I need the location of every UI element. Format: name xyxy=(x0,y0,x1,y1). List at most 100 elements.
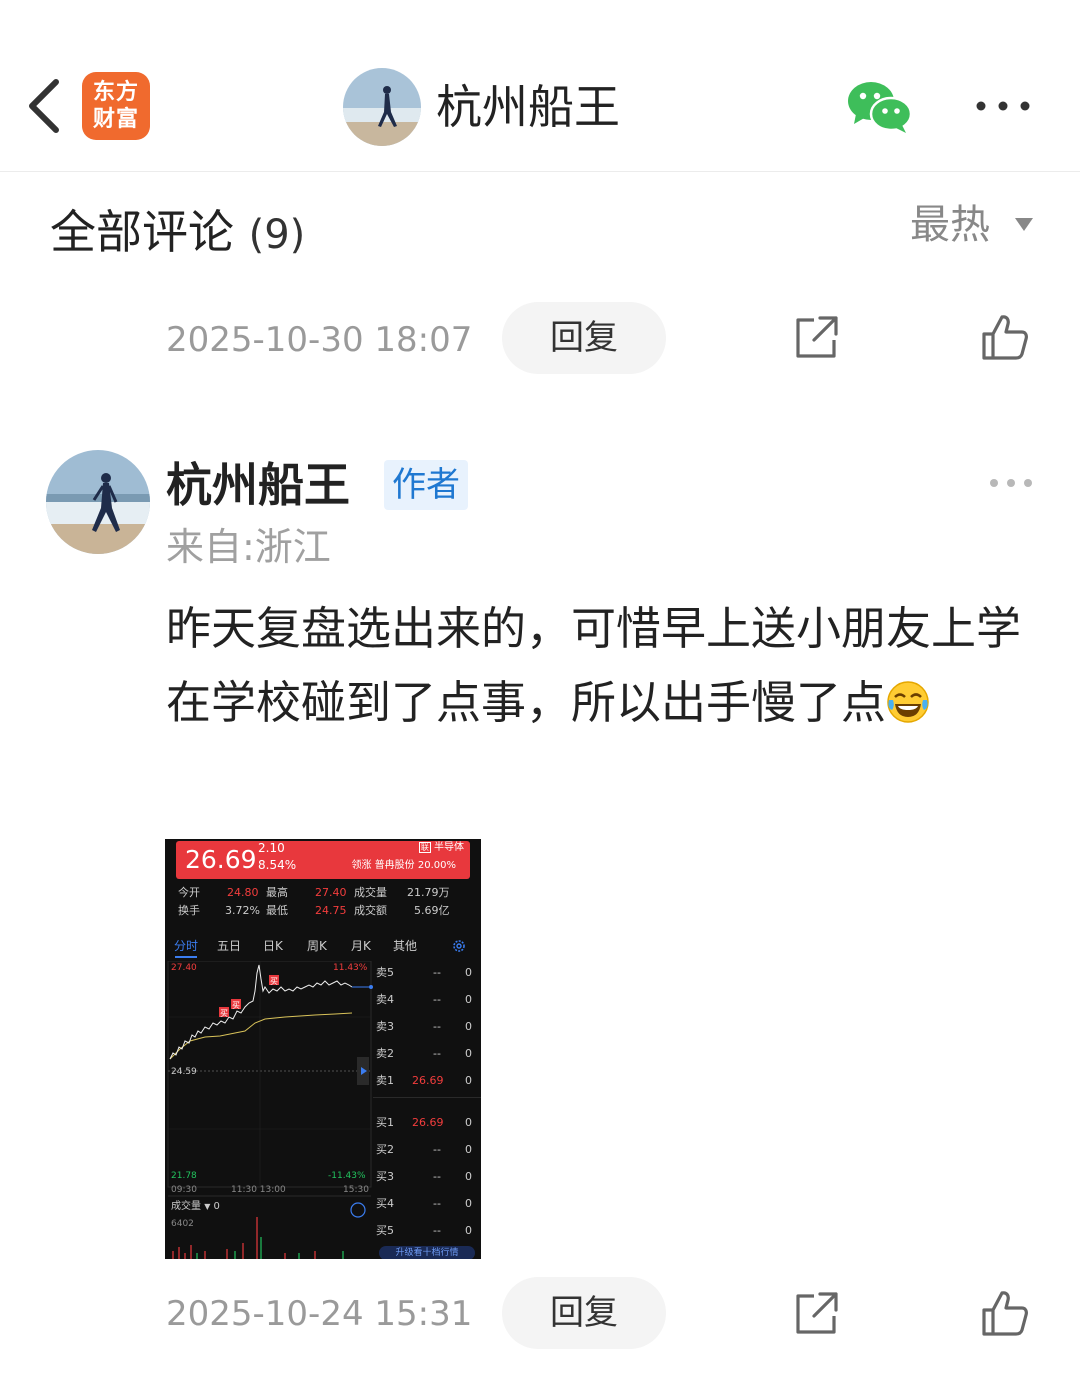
buy1-qty: 0 xyxy=(465,1116,472,1129)
sector-prefix: 联 xyxy=(418,842,431,853)
tears-of-joy-emoji-icon xyxy=(887,681,929,723)
previous-comment-time: 2025-10-30 18:07 xyxy=(166,320,473,360)
chart-tabs: 分时 五日 日K 周K 月K 其他 xyxy=(165,937,481,959)
intraday-chart xyxy=(167,961,373,1259)
q-low: 24.75 xyxy=(315,904,347,917)
sell3-qty: 0 xyxy=(465,1020,472,1033)
q-high-label: 最高 xyxy=(266,886,288,899)
buy4-qty: 0 xyxy=(465,1197,472,1210)
chart-bottom-price: 21.78 xyxy=(171,1171,197,1181)
more-options-icon[interactable] xyxy=(975,96,1031,116)
tab-daily-k[interactable]: 日K xyxy=(263,937,283,955)
buy3-qty: 0 xyxy=(465,1170,472,1183)
comment-author-name[interactable]: 杭州船王 xyxy=(166,456,350,514)
share-icon[interactable] xyxy=(792,314,840,362)
sort-selector[interactable]: 最热 xyxy=(910,200,990,250)
time-end: 15:30 xyxy=(343,1185,369,1195)
wechat-share-icon[interactable] xyxy=(846,80,912,134)
app-logo[interactable]: 东方 财富 xyxy=(82,72,150,140)
volume-label[interactable]: 成交量 ▼ 0 xyxy=(171,1200,220,1214)
buy4-label: 买4 xyxy=(376,1197,394,1210)
q-amt-label: 成交额 xyxy=(354,904,387,917)
comments-count: (9) xyxy=(248,212,306,258)
nav-avatar[interactable] xyxy=(343,68,421,146)
sell5-price: -- xyxy=(433,966,441,979)
sell2-price: -- xyxy=(433,1047,441,1060)
stock-chart-screenshot[interactable]: 26.69 2.10 8.54% 联 半导体 领涨 普冉股份 20.00% 今开… xyxy=(165,839,481,1259)
q-vol: 21.79万 xyxy=(407,886,450,899)
buy2-label: 买2 xyxy=(376,1143,394,1156)
buy3-price: -- xyxy=(433,1170,441,1183)
chart-bottom-pct: -11.43% xyxy=(328,1171,366,1181)
sell1-qty: 0 xyxy=(465,1074,472,1087)
q-open: 24.80 xyxy=(227,886,259,899)
sell5-qty: 0 xyxy=(465,966,472,979)
sort-caret-icon[interactable] xyxy=(1015,218,1033,231)
buy-mark-3: 买 xyxy=(270,977,278,986)
sell1-label: 卖1 xyxy=(376,1074,394,1087)
q-turn-label: 换手 xyxy=(178,904,200,917)
back-arrow-icon[interactable] xyxy=(22,76,66,136)
stock-price: 26.69 xyxy=(185,845,257,874)
sell4-label: 卖4 xyxy=(376,993,394,1006)
comment-share-icon[interactable] xyxy=(792,1290,840,1338)
buy5-price: -- xyxy=(433,1224,441,1237)
chart-mid-price: 24.59 xyxy=(171,1067,197,1077)
q-high: 27.40 xyxy=(315,886,347,899)
like-icon[interactable] xyxy=(980,312,1030,362)
buy2-price: -- xyxy=(433,1143,441,1156)
tab-five-day[interactable]: 五日 xyxy=(217,937,241,955)
logo-line-2: 财富 xyxy=(92,107,139,132)
sector-leader: 领涨 普冉股份 20.00% xyxy=(351,860,457,871)
buy-mark-1: 买 xyxy=(220,1009,228,1018)
buy2-qty: 0 xyxy=(465,1143,472,1156)
author-badge: 作者 xyxy=(384,460,468,510)
comment-text: 昨天复盘选出来的，可惜早上送小朋友上学在学校碰到了点事，所以出手慢了点 xyxy=(166,592,1046,740)
time-mid: 11:30 13:00 xyxy=(231,1185,286,1195)
settings-gear-icon[interactable] xyxy=(452,939,466,953)
sell3-price: -- xyxy=(433,1020,441,1033)
previous-comment-reply-button[interactable]: 回复 xyxy=(502,302,666,374)
tab-intraday[interactable]: 分时 xyxy=(174,937,198,955)
sell4-qty: 0 xyxy=(465,993,472,1006)
buy3-label: 买3 xyxy=(376,1170,394,1183)
tab-weekly-k[interactable]: 周K xyxy=(307,937,327,955)
q-amt: 5.69亿 xyxy=(414,904,450,917)
q-low-label: 最低 xyxy=(266,904,288,917)
orderbook-divider xyxy=(373,1097,481,1098)
upgrade-orderbook-button[interactable]: 升级看十档行情 xyxy=(379,1246,475,1259)
q-open-label: 今开 xyxy=(178,886,200,899)
sell1-price: 26.69 xyxy=(412,1074,444,1087)
tab-other[interactable]: 其他 xyxy=(393,937,417,955)
stock-change-pct: 8.54% xyxy=(258,858,297,872)
stock-change: 2.10 xyxy=(258,841,285,855)
comment-like-icon[interactable] xyxy=(980,1288,1030,1338)
comment-location: 来自:浙江 xyxy=(166,525,331,569)
stock-header: 26.69 2.10 8.54% 联 半导体 领涨 普冉股份 20.00% xyxy=(176,841,470,879)
buy-mark-2: 买 xyxy=(232,1001,240,1010)
chart-top-pct: 11.43% xyxy=(333,963,368,973)
buy5-qty: 0 xyxy=(465,1224,472,1237)
comments-title-text: 全部评论 xyxy=(50,205,234,259)
time-start: 09:30 xyxy=(171,1185,197,1195)
volume-max: 6402 xyxy=(171,1219,194,1229)
tab-monthly-k[interactable]: 月K xyxy=(351,937,371,955)
buy1-price: 26.69 xyxy=(412,1116,444,1129)
nav-title: 杭州船王 xyxy=(436,80,620,134)
sell2-label: 卖2 xyxy=(376,1047,394,1060)
stock-sector: 联 半导体 xyxy=(418,841,464,855)
comment-reply-button[interactable]: 回复 xyxy=(502,1277,666,1349)
comments-section-title: 全部评论 (9) xyxy=(50,202,305,265)
sell4-price: -- xyxy=(433,993,441,1006)
comment-more-icon[interactable] xyxy=(988,476,1034,490)
comment-author-avatar[interactable] xyxy=(46,450,150,554)
buy5-label: 买5 xyxy=(376,1224,394,1237)
buy1-label: 买1 xyxy=(376,1116,394,1129)
tab-underline xyxy=(175,956,197,958)
sell3-label: 卖3 xyxy=(376,1020,394,1033)
chart-top-price: 27.40 xyxy=(171,963,197,973)
top-navigation-bar: 东方 财富 杭州船王 xyxy=(0,0,1080,172)
volume-value: 0 xyxy=(213,1201,220,1212)
buy4-price: -- xyxy=(433,1197,441,1210)
volume-dropdown-icon: ▼ xyxy=(204,1202,211,1211)
